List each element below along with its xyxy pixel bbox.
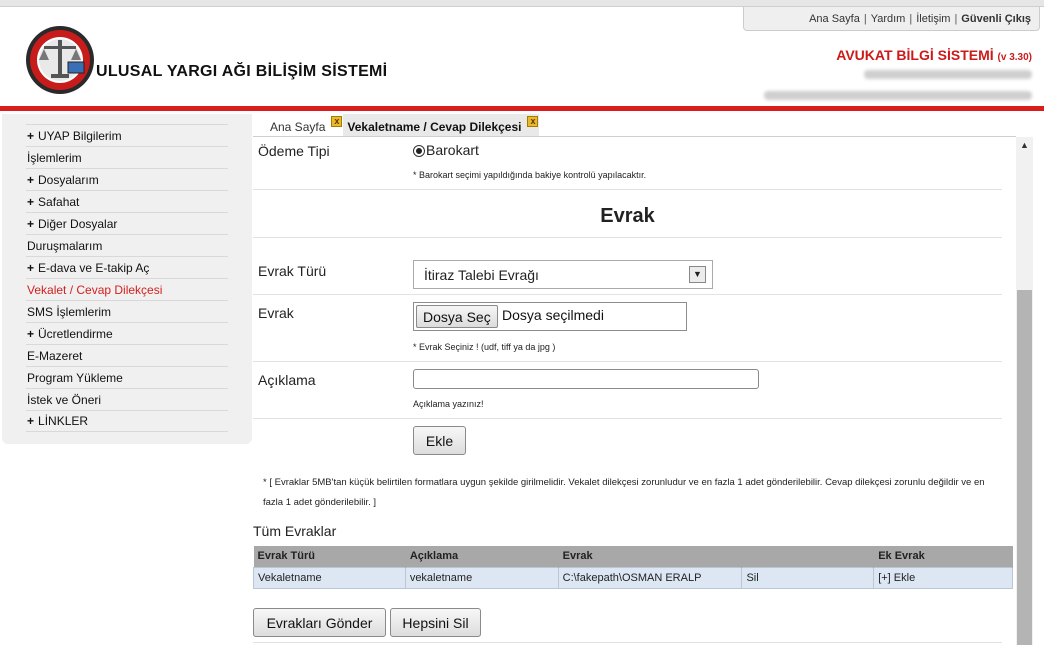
date-line-blurred: [764, 91, 1032, 100]
table-row: Vekaletname vekaletname C:\fakepath\OSMA…: [253, 566, 1013, 589]
close-icon[interactable]: x: [331, 116, 343, 127]
cell-aciklama: vekaletname: [404, 566, 559, 589]
header-red-bar: [0, 106, 1044, 111]
sidebar-item-linkler[interactable]: + LİNKLER: [26, 410, 228, 432]
sidebar-item-vekalet[interactable]: Vekalet / Cevap Dilekçesi: [26, 278, 228, 300]
sidebar-item-safahat[interactable]: + Safahat: [26, 190, 228, 212]
sidebar-item-label: SMS İşlemlerim: [27, 304, 112, 319]
tab-ana-sayfa[interactable]: Ana Sayfa x: [253, 114, 344, 136]
expand-icon: +: [27, 194, 35, 209]
sidebar-item-uyap-bilgilerim[interactable]: + UYAP Bilgilerim: [26, 124, 228, 146]
desc-input[interactable]: [413, 369, 759, 389]
tab-label: Ana Sayfa: [270, 120, 326, 134]
app-name-label: AVUKAT BİLGİ SİSTEMİ: [836, 47, 994, 63]
expand-icon: +: [27, 216, 35, 231]
sidebar-item-edava[interactable]: + E-dava ve E-takip Aç: [26, 256, 228, 278]
sidebar-item-label: Safahat: [38, 194, 80, 209]
divider: [253, 294, 1002, 295]
sidebar-item-label: İstek ve Öneri: [27, 392, 102, 407]
cell-evrak: C:\fakepath\OSMAN ERALP: [557, 566, 743, 589]
sidebar-item-label: Duruşmalarım: [27, 238, 103, 253]
doc-label: Evrak: [258, 305, 294, 321]
divider: [253, 237, 1002, 238]
sidebar: + UYAP Bilgilerim İşlemlerim + Dosyalarım …: [2, 114, 252, 444]
header: ULUSAL YARGI AĞI BİLİŞİM SİSTEMİ AVUKAT …: [0, 7, 1044, 110]
top-strip: [0, 0, 1044, 7]
app-name: AVUKAT BİLGİ SİSTEMİ (v 3.30): [836, 47, 1032, 63]
payment-note: * Barokart seçimi yapıldığında bakiye ko…: [413, 170, 647, 180]
chevron-down-icon[interactable]: ▼: [689, 266, 706, 283]
table-header-row: Evrak Türü Açıklama Evrak Ek Evrak: [253, 546, 1013, 567]
info-text: * [ Evraklar 5MB'tan küçük belirtilen fo…: [263, 477, 985, 508]
expand-icon: +: [27, 172, 35, 187]
choose-file-button[interactable]: Dosya Seç: [416, 305, 498, 328]
expand-icon: +: [27, 414, 35, 428]
sidebar-item-label: E-Mazeret: [27, 348, 83, 363]
expand-icon: +: [27, 326, 35, 341]
divider: [253, 418, 1002, 419]
send-documents-button[interactable]: Evrakları Gönder: [253, 608, 386, 637]
sidebar-item-label: Dosyalarım: [38, 172, 99, 187]
barokart-radio[interactable]: [413, 145, 425, 157]
divider: [253, 189, 1002, 190]
delete-all-button[interactable]: Hepsini Sil: [390, 608, 481, 637]
main-content: Ödeme Tipi Barokart * Barokart seçimi ya…: [253, 137, 1013, 645]
add-attachment-link[interactable]: [+] Ekle: [873, 566, 1013, 589]
file-status: Dosya seçilmedi: [502, 307, 604, 323]
sidebar-item-dosyalarim[interactable]: + Dosyalarım: [26, 168, 228, 190]
sidebar-item-diger-dosyalar[interactable]: + Diğer Dosyalar: [26, 212, 228, 234]
sidebar-item-islemlerim[interactable]: İşlemlerim: [26, 146, 228, 168]
sidebar-item-label: UYAP Bilgilerim: [38, 128, 122, 143]
add-button[interactable]: Ekle: [413, 426, 466, 455]
sidebar-item-label: Diğer Dosyalar: [38, 216, 118, 231]
scroll-up-icon[interactable]: ▲: [1016, 137, 1033, 154]
sidebar-item-emazeret[interactable]: E-Mazeret: [26, 344, 228, 366]
delete-row-link[interactable]: Sil: [741, 566, 875, 589]
scroll-thumb[interactable]: [1017, 290, 1032, 645]
sidebar-item-durusmalarim[interactable]: Duruşmalarım: [26, 234, 228, 256]
sidebar-item-label: Vekalet / Cevap Dilekçesi: [27, 282, 163, 297]
tab-vekaletname[interactable]: Vekaletname / Cevap Dilekçesi x: [343, 114, 540, 136]
payment-label: Ödeme Tipi: [258, 143, 330, 159]
divider: [253, 642, 1002, 643]
doc-type-label: Evrak Türü: [258, 263, 327, 279]
tab-label: Vekaletname / Cevap Dilekçesi: [347, 120, 522, 134]
barokart-radio-label[interactable]: Barokart: [426, 142, 479, 158]
documents-table: Evrak Türü Açıklama Evrak Ek Evrak Vekal…: [253, 546, 1013, 589]
col-action: [741, 546, 875, 567]
user-line-blurred: [864, 70, 1032, 79]
divider: [253, 361, 1002, 362]
sidebar-item-label: Program Yükleme: [27, 370, 123, 385]
sidebar-item-label: İşlemlerim: [27, 150, 82, 165]
col-ek-evrak: Ek Evrak: [873, 546, 1013, 567]
sidebar-item-istek-oneri[interactable]: İstek ve Öneri: [26, 388, 228, 410]
sidebar-item-program-yukleme[interactable]: Program Yükleme: [26, 366, 228, 388]
close-icon[interactable]: x: [527, 116, 539, 127]
scrollbar[interactable]: ▲: [1016, 137, 1033, 645]
site-title: ULUSAL YARGI AĞI BİLİŞİM SİSTEMİ: [96, 63, 388, 80]
expand-icon: +: [27, 128, 35, 143]
sidebar-item-sms[interactable]: SMS İşlemlerim: [26, 300, 228, 322]
sidebar-menu: + UYAP Bilgilerim İşlemlerim + Dosyalarım …: [26, 124, 228, 432]
expand-icon: +: [27, 260, 35, 275]
section-title: Evrak: [600, 205, 655, 227]
documents-heading: Tüm Evraklar: [253, 523, 337, 539]
sidebar-item-label: E-dava ve E-takip Aç: [38, 260, 150, 275]
col-evrak-turu: Evrak Türü: [253, 546, 406, 567]
doc-type-select[interactable]: İtiraz Talebi Evrağı ▼: [413, 260, 713, 289]
cell-evrak-turu: Vekaletname: [253, 566, 406, 589]
col-aciklama: Açıklama: [405, 546, 559, 567]
uyap-logo-icon[interactable]: [24, 24, 96, 96]
sidebar-item-label: LİNKLER: [38, 414, 89, 428]
app-version: (v 3.30): [997, 52, 1032, 63]
file-note: * Evrak Seçiniz ! (udf, tiff ya da jpg ): [413, 342, 556, 352]
sidebar-item-ucretlendirme[interactable]: + Ücretlendirme: [26, 322, 228, 344]
doc-type-value: İtiraz Talebi Evrağı: [424, 266, 539, 283]
desc-note: Açıklama yazınız!: [413, 399, 484, 409]
col-evrak: Evrak: [558, 546, 743, 567]
tab-bar: Ana Sayfa x Vekaletname / Cevap Dilekçes…: [253, 114, 540, 136]
desc-label: Açıklama: [258, 372, 316, 388]
sidebar-item-label: Ücretlendirme: [38, 326, 113, 341]
file-input[interactable]: Dosya Seç Dosya seçilmedi: [413, 302, 687, 331]
